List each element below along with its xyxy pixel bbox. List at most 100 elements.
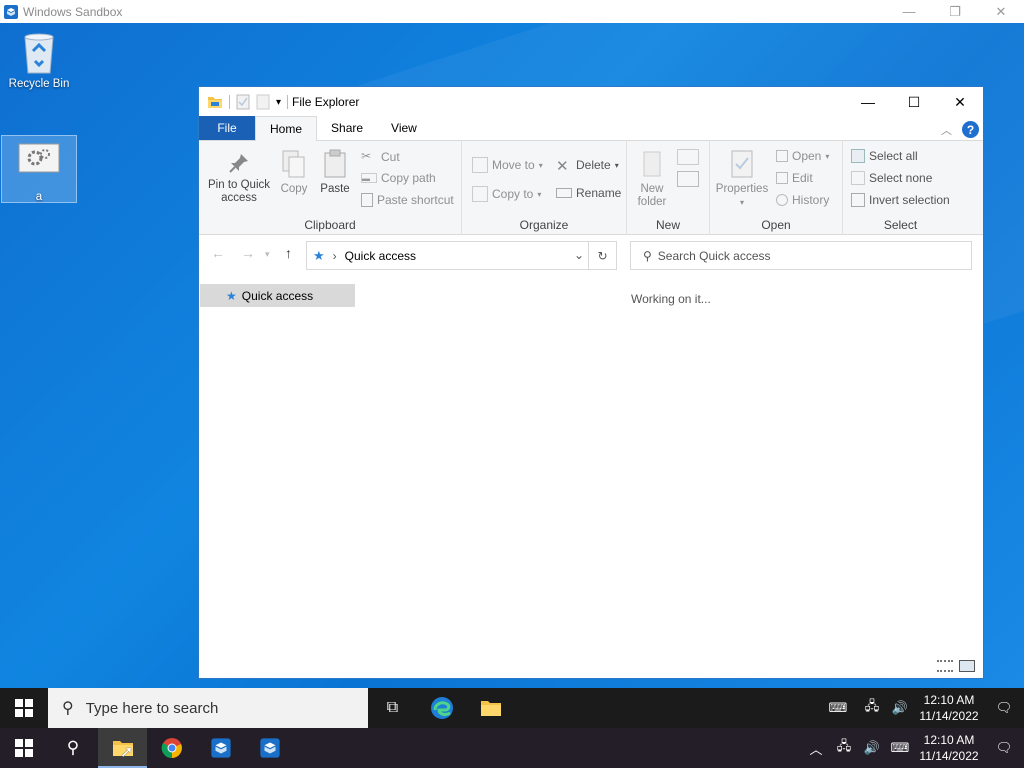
view-toggle xyxy=(937,660,975,672)
details-view-icon[interactable] xyxy=(937,660,953,672)
folder-icon xyxy=(480,701,501,716)
new-folder-icon xyxy=(643,151,661,177)
file-explorer-taskbar-button[interactable] xyxy=(466,688,515,728)
select-all-button[interactable]: Select all xyxy=(851,149,918,163)
address-dropdown-icon[interactable]: ⌄ xyxy=(574,248,584,262)
group-label-open: Open xyxy=(761,218,791,232)
windows-sandbox-button-2[interactable] xyxy=(245,728,294,768)
sandbox-titlebar: Windows Sandbox — ❐ ✕ xyxy=(0,0,1024,23)
edge-button[interactable] xyxy=(417,688,466,728)
network-icon[interactable]: 🖧 xyxy=(830,737,858,759)
sandbox-icon xyxy=(4,4,18,19)
group-open: Properties ▾ Open ▾ Edit History Open xyxy=(710,141,843,235)
desktop-icon-label: a xyxy=(35,191,43,203)
task-view-button[interactable]: ⧉ xyxy=(368,688,417,728)
desktop-icon-a[interactable]: a xyxy=(1,135,77,203)
taskbar-search[interactable]: ⚲ xyxy=(48,688,368,728)
chrome-icon xyxy=(161,738,182,759)
sandbox-icon xyxy=(210,738,231,758)
ribbon: Pin to Quick access Copy Paste ✂ Cut ▬ C… xyxy=(199,141,983,235)
explorer-minimize-button[interactable]: — xyxy=(845,87,891,117)
paste-icon xyxy=(324,149,346,178)
collapse-ribbon-icon[interactable]: ︿ xyxy=(941,122,952,138)
clock[interactable]: 12:10 AM 11/14/2022 xyxy=(914,692,984,724)
recent-locations-icon[interactable]: ▾ xyxy=(265,249,270,260)
tab-share[interactable]: Share xyxy=(317,116,377,140)
rename-button[interactable]: Rename xyxy=(556,186,621,200)
explorer-titlebar: ▾ File Explorer — ☐ ✕ xyxy=(199,87,983,117)
copy-path-button[interactable]: ▬ Copy path xyxy=(361,171,436,185)
properties-button[interactable]: Properties ▾ xyxy=(714,149,770,209)
address-row: ← → ▾ ↑ ★ › Quick access ⌄ ↻ ⚲ xyxy=(199,235,983,271)
volume-icon[interactable]: 🔊 xyxy=(886,700,914,716)
copy-to-button[interactable]: Copy to ▾ xyxy=(472,186,541,202)
host-file-explorer-button[interactable]: ➚ xyxy=(98,728,147,768)
breadcrumb-separator-icon: › xyxy=(332,248,337,263)
sandbox-restore-button[interactable]: ❐ xyxy=(932,0,978,23)
settings-file-icon xyxy=(18,143,60,173)
keyboard-layout-icon[interactable]: ⌨ xyxy=(818,700,858,716)
help-icon[interactable]: ? xyxy=(962,121,979,138)
history-button[interactable]: History xyxy=(776,193,829,207)
back-arrow-icon[interactable]: ← xyxy=(211,245,225,261)
edit-button[interactable]: Edit xyxy=(776,171,813,185)
nav-pane-quick-access[interactable]: ★ Quick access xyxy=(200,284,355,307)
forward-arrow-icon[interactable]: → xyxy=(241,245,255,261)
easy-access-icon[interactable] xyxy=(677,171,699,187)
paste-shortcut-button[interactable]: Paste shortcut xyxy=(361,193,454,207)
start-button[interactable] xyxy=(0,688,48,728)
sandbox-minimize-button[interactable]: — xyxy=(886,0,932,23)
search-input[interactable] xyxy=(657,248,948,263)
show-hidden-icons-icon[interactable]: ︿ xyxy=(802,739,830,758)
group-clipboard: Pin to Quick access Copy Paste ✂ Cut ▬ C… xyxy=(199,141,462,235)
host-clock[interactable]: 12:10 AM 11/14/2022 xyxy=(914,732,984,764)
network-icon[interactable]: 🖧 xyxy=(858,697,886,719)
search-box[interactable]: ⚲ xyxy=(630,241,972,270)
volume-icon[interactable]: 🔊 xyxy=(858,740,886,756)
move-to-button[interactable]: Move to ▾ xyxy=(472,157,543,173)
explorer-maximize-button[interactable]: ☐ xyxy=(891,87,937,117)
group-organize: Move to ▾ Copy to ▾ ✕ Delete ▾ Rename Organ… xyxy=(462,141,627,235)
tab-file[interactable]: File xyxy=(199,116,255,140)
desktop-icon-recycle-bin[interactable]: Recycle Bin xyxy=(1,29,77,90)
qat-dropdown-icon[interactable]: ▾ xyxy=(276,97,281,108)
explorer-close-button[interactable]: ✕ xyxy=(937,87,983,117)
edit-icon xyxy=(776,172,788,184)
invert-selection-button[interactable]: Invert selection xyxy=(851,193,950,207)
tab-view[interactable]: View xyxy=(377,116,431,140)
paste-button[interactable]: Paste xyxy=(317,149,353,196)
quick-access-star-icon: ★ xyxy=(313,247,325,263)
up-arrow-icon[interactable]: ↑ xyxy=(285,245,292,261)
windows-sandbox-button-1[interactable] xyxy=(196,728,245,768)
new-item-icon[interactable] xyxy=(677,149,699,165)
refresh-icon[interactable]: ↻ xyxy=(588,242,616,269)
open-button[interactable]: Open ▾ xyxy=(776,149,829,163)
host-start-button[interactable] xyxy=(0,728,48,768)
search-icon: ⚲ xyxy=(643,248,652,263)
large-icons-view-icon[interactable] xyxy=(959,660,975,672)
properties-icon xyxy=(731,150,753,178)
sandbox-close-button[interactable]: ✕ xyxy=(978,0,1024,23)
host-system-tray: ︿ 🖧 🔊 ⌨ 12:10 AM 11/14/2022 🗨 xyxy=(802,728,1024,768)
pin-to-quick-access-button[interactable]: Pin to Quick access xyxy=(205,151,273,205)
sandbox-taskbar: ⚲ ⧉ ⌨ 🖧 🔊 12:10 AM 11/14/2022 🗨 xyxy=(0,688,1024,728)
breadcrumb-quick-access[interactable]: Quick access xyxy=(345,249,416,263)
address-bar[interactable]: ★ › Quick access ⌄ ↻ xyxy=(306,241,617,270)
delete-button[interactable]: ✕ Delete ▾ xyxy=(556,157,619,175)
chrome-button[interactable] xyxy=(147,728,196,768)
touch-keyboard-icon[interactable]: ⌨ xyxy=(886,740,914,756)
notifications-icon[interactable]: 🗨 xyxy=(984,700,1024,716)
copy-button[interactable]: Copy xyxy=(277,149,311,196)
folder-icon[interactable] xyxy=(207,94,223,110)
properties-qat-icon[interactable] xyxy=(236,94,250,110)
taskbar-search-input[interactable] xyxy=(85,699,346,717)
cut-button[interactable]: ✂ Cut xyxy=(361,149,400,165)
new-folder-qat-icon[interactable] xyxy=(256,94,270,110)
group-new: New folder New xyxy=(627,141,710,235)
notifications-icon[interactable]: 🗨 xyxy=(984,740,1024,756)
select-none-button[interactable]: Select none xyxy=(851,171,932,185)
tab-home[interactable]: Home xyxy=(255,116,318,141)
edge-icon xyxy=(430,697,453,719)
new-folder-button[interactable]: New folder xyxy=(633,149,671,209)
host-search-button[interactable]: ⚲ xyxy=(48,728,98,768)
